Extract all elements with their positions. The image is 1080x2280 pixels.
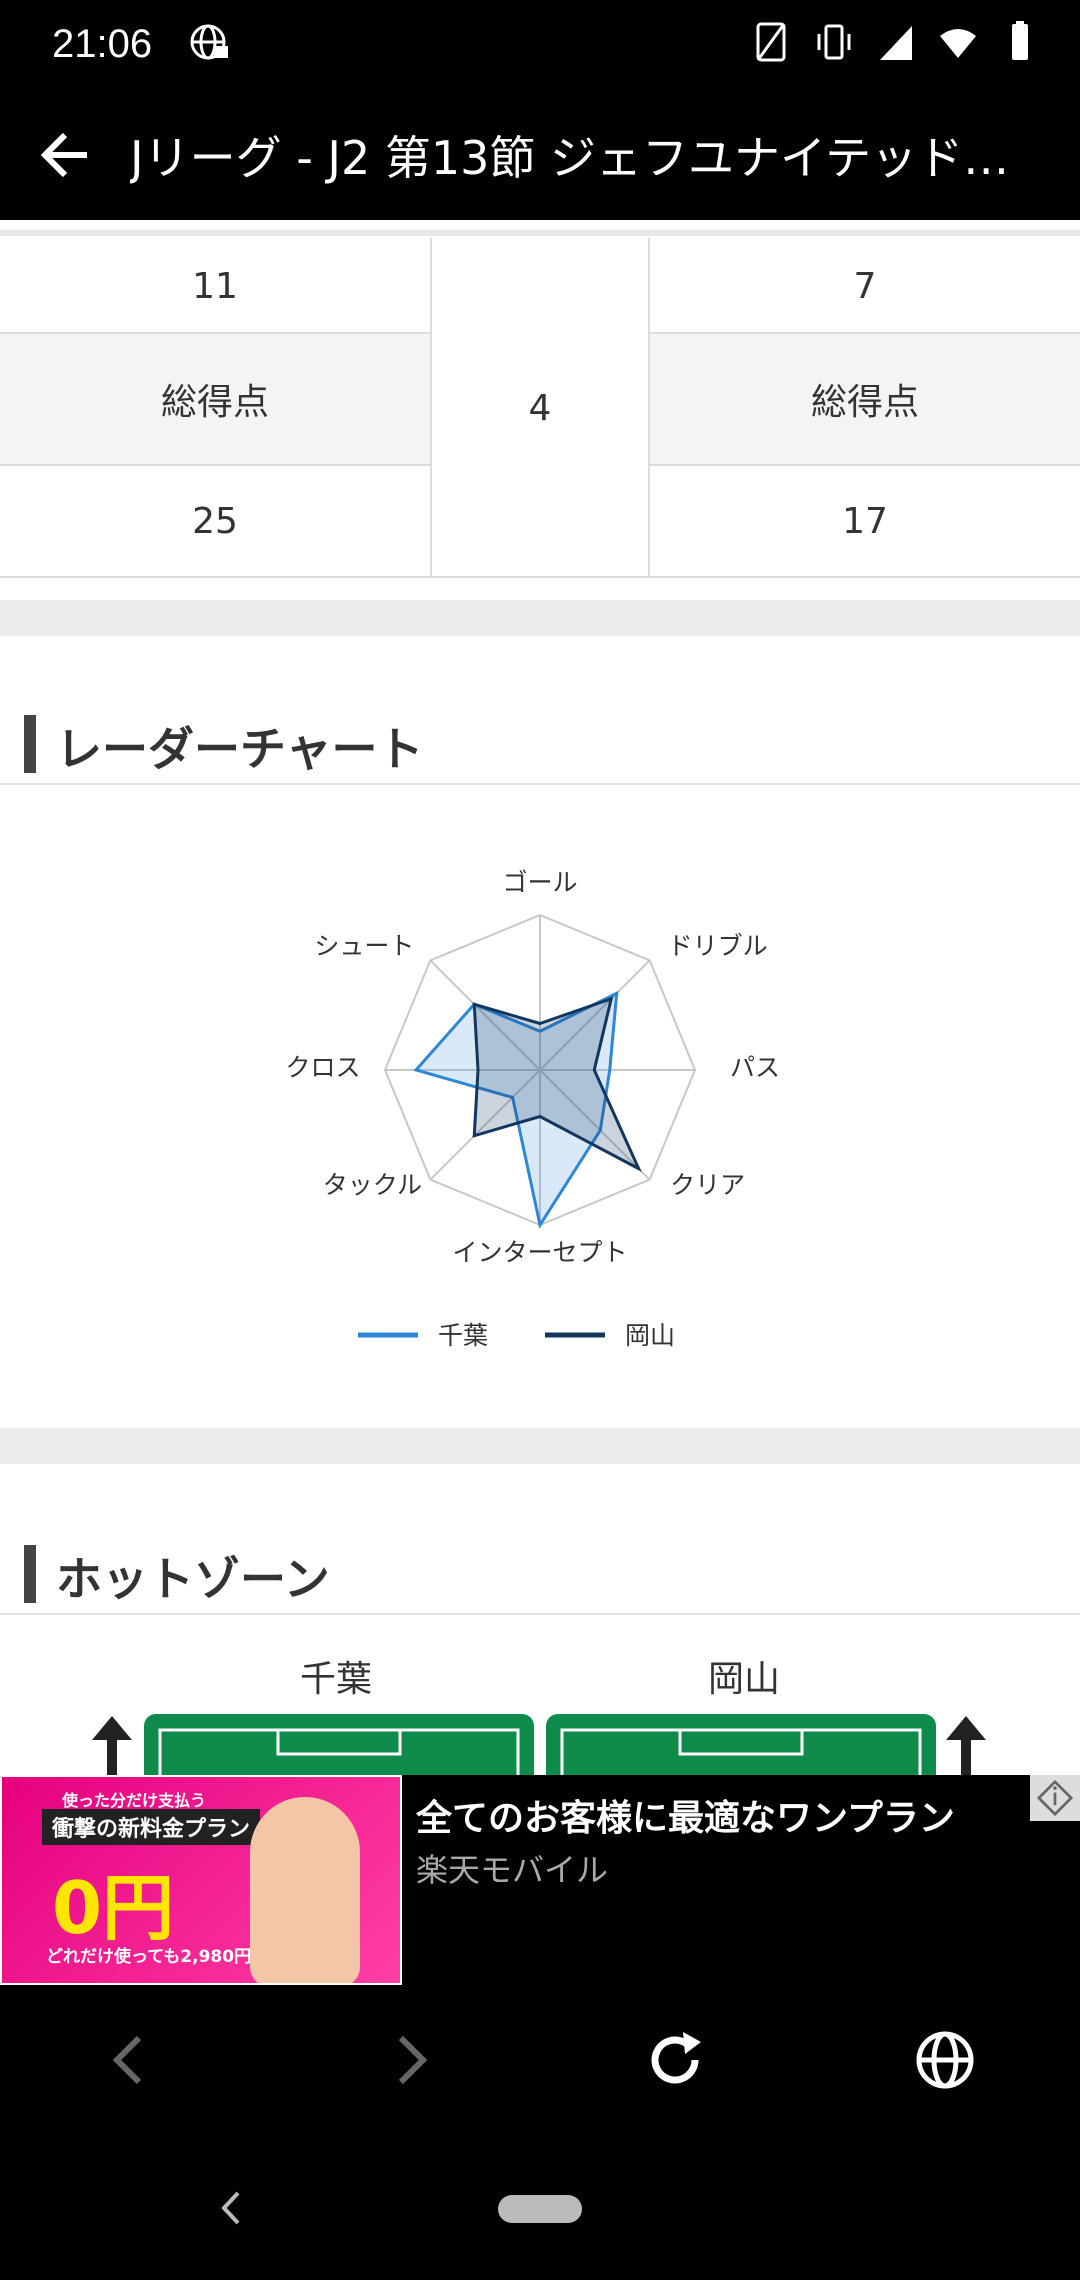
browser-forward-button[interactable] [366, 2015, 456, 2105]
radar-axis-label: ドリブル [668, 931, 768, 960]
hotzone-section-title: ホットゾーン [56, 1552, 330, 1606]
radar-axis-label: クロス [285, 1053, 360, 1082]
section-marker [24, 1545, 36, 1603]
radar-chart-svg: ゴールドリブルパスクリアインターセプト タックル クロス シュート千葉 岡山 [285, 868, 780, 1350]
ad-banner-bottom: どれだけ使っても2,980円/月 [46, 1947, 275, 1967]
stat-label-right: 総得点 [650, 334, 1080, 464]
hotzone-pitches [92, 1714, 986, 1775]
radar-axis-label: クリア [670, 1171, 745, 1200]
hotzone-team-left: 千葉 [300, 1659, 373, 1700]
radar-axis-label: インターセプト [452, 1238, 627, 1267]
legend-label: 岡山 [625, 1321, 675, 1350]
chevron-right-icon [398, 2035, 428, 2085]
ad-model-image [250, 1797, 360, 1983]
radar-section-header: レーダーチャート [0, 685, 1080, 785]
system-navigation-bar [0, 2135, 1080, 2280]
stat-right-2: 17 [842, 500, 888, 542]
ad-advertiser: 楽天モバイル [416, 1851, 609, 1889]
adchoices-icon[interactable] [1030, 1775, 1080, 1821]
app-bar: Jリーグ - J2 第13節 ジェフユナイテッド千葉 vs ファジアーノ岡山 [0, 90, 1080, 220]
globe-lock-icon [190, 24, 228, 60]
system-back-icon[interactable] [210, 2183, 250, 2233]
legend-label: 千葉 [438, 1321, 488, 1350]
stat-center: 4 [528, 387, 552, 429]
status-time: 21:06 [52, 22, 153, 66]
ad-banner-line2: 衝撃の新料金プラン [42, 1809, 261, 1845]
no-sim-icon [756, 22, 786, 62]
arrow-up-icon [946, 1716, 986, 1775]
radar-axis-label: ゴール [502, 868, 577, 897]
ad-banner-line1: 使った分だけ支払う [62, 1791, 207, 1810]
home-pill[interactable] [498, 2195, 582, 2223]
hotzone-team-right: 岡山 [708, 1659, 781, 1700]
browser-toolbar [0, 1985, 1080, 2135]
radar-chart: ゴールドリブルパスクリアインターセプト タックル クロス シュート千葉 岡山 [0, 780, 1080, 1620]
arrow-left-icon [40, 132, 87, 178]
radar-axis-label: タックル [323, 1171, 422, 1200]
globe-icon [916, 2031, 974, 2089]
section-divider [0, 600, 1080, 636]
chevron-left-icon [112, 2035, 142, 2085]
battery-icon [1012, 21, 1028, 60]
radar-section-title: レーダーチャート [56, 722, 424, 776]
radar-axis-label: パス [730, 1053, 780, 1082]
reload-button[interactable] [630, 2015, 720, 2105]
ad-image[interactable]: 使った分だけ支払う 衝撃の新料金プラン 0円 どれだけ使っても2,980円/月 [0, 1775, 402, 1985]
reload-icon [651, 2032, 701, 2084]
status-bar: 21:06 [0, 0, 1080, 90]
stat-label-left: 総得点 [0, 334, 430, 464]
stat-left-2: 25 [192, 500, 238, 542]
ad-headline[interactable]: 全てのお客様に最適なワンプラン [416, 1789, 955, 1841]
hotzone-section-header: ホットゾーン [0, 1515, 1080, 1615]
content-area[interactable]: 11 7 総得点 4 総得点 25 17 レーダーチャート ゴール ドリブル パスク… [0, 220, 1080, 1775]
browser-back-button[interactable] [84, 2015, 174, 2105]
radar-axis-label: シュート [314, 931, 414, 960]
section-divider [0, 1428, 1080, 1464]
back-button[interactable] [0, 90, 130, 220]
signal-icon [880, 26, 912, 60]
arrow-up-icon [92, 1716, 132, 1775]
ad-banner[interactable]: 使った分だけ支払う 衝撃の新料金プラン 0円 どれだけ使っても2,980円/月 … [0, 1775, 1080, 1985]
wifi-icon [940, 29, 976, 58]
stat-left-1: 11 [192, 265, 238, 307]
page-title: Jリーグ - J2 第13節 ジェフユナイテッド千葉 vs ファジアーノ岡山 [130, 131, 1040, 185]
open-in-browser-button[interactable] [900, 2015, 990, 2105]
stat-right-1: 7 [853, 265, 877, 307]
ad-banner-big: 0円 [52, 1866, 175, 1950]
vibrate-icon [817, 24, 851, 60]
section-marker [24, 715, 36, 773]
